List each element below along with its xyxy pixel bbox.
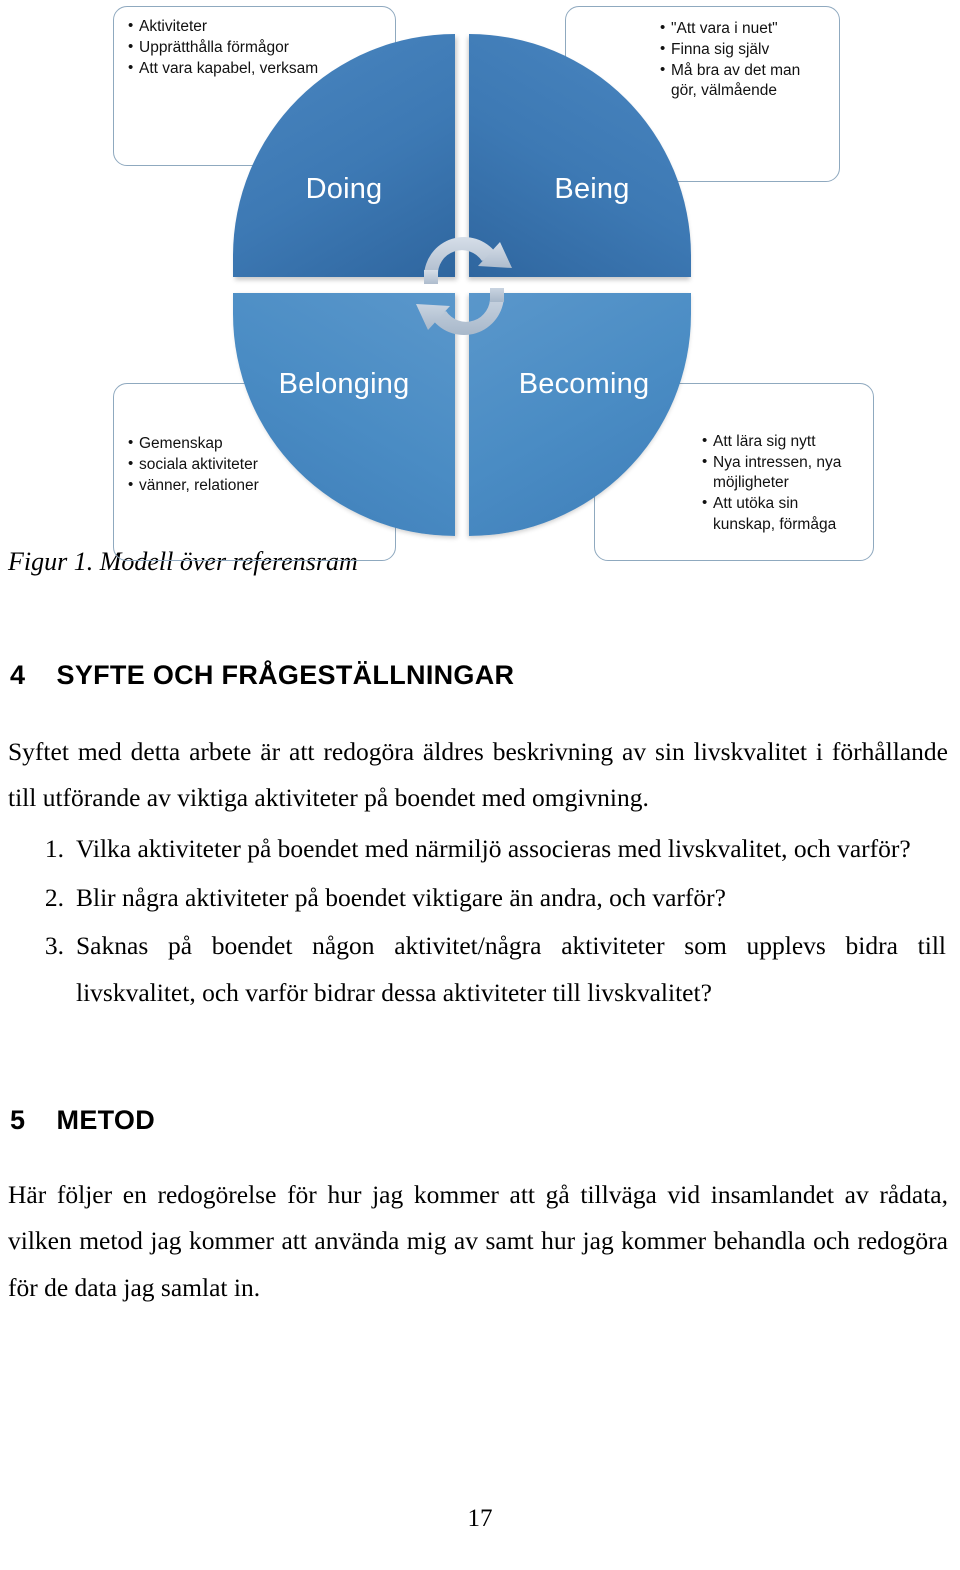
question-number: 2. bbox=[44, 882, 64, 912]
quadrant-label-doing: Doing bbox=[305, 173, 383, 205]
question-text: Blir några aktiviteter på boendet viktig… bbox=[76, 882, 726, 912]
research-questions-list: 1. Vilka aktiviteter på boendet med närm… bbox=[0, 826, 960, 1017]
quadrant-label-becoming: Becoming bbox=[518, 368, 650, 400]
paragraph-metod: Här följer en redogörelse för hur jag ko… bbox=[8, 1179, 948, 1302]
question-text: Vilka aktiviteter på boendet med närmilj… bbox=[76, 833, 911, 863]
page-number: 17 bbox=[467, 1505, 493, 1532]
question-item: 1. Vilka aktiviteter på boendet med närm… bbox=[45, 826, 946, 873]
section-heading-syfte: 4 SYFTE OCH FRÅGESTÄLLNINGAR bbox=[10, 659, 515, 690]
question-text: Saknas på boendet någon aktivitet/några … bbox=[76, 931, 946, 1007]
list-item: Att utöka sin kunskap, förmåga bbox=[702, 493, 863, 534]
question-number: 3. bbox=[44, 931, 64, 961]
question-item: 3. Saknas på boendet någon aktivitet/någ… bbox=[45, 923, 946, 1016]
document-body: Figur 1. Modell över referensram 4 SYFTE… bbox=[0, 547, 960, 1312]
question-number: 1. bbox=[44, 833, 64, 863]
reference-framework-figure: Aktiviteter Upprätthålla förmågor Att va… bbox=[0, 0, 960, 580]
section-heading-metod: 5 METOD bbox=[10, 1104, 156, 1135]
list-item: Nya intressen, nya möjligheter bbox=[702, 452, 863, 493]
paragraph-syfte: Syftet med detta arbete är att redogöra … bbox=[8, 736, 948, 813]
cycle-arrows-icon bbox=[412, 220, 516, 352]
list-item: Att lära sig nytt bbox=[702, 431, 863, 452]
callout-becoming-list: Att lära sig nytt Nya intressen, nya möj… bbox=[702, 431, 863, 535]
quadrant-label-being: Being bbox=[554, 173, 630, 205]
quadrant-label-belonging: Belonging bbox=[278, 368, 410, 400]
question-item: 2. Blir några aktiviteter på boendet vik… bbox=[45, 875, 946, 922]
quadrant-circle: Doing Being Belonging Becoming bbox=[233, 34, 691, 536]
